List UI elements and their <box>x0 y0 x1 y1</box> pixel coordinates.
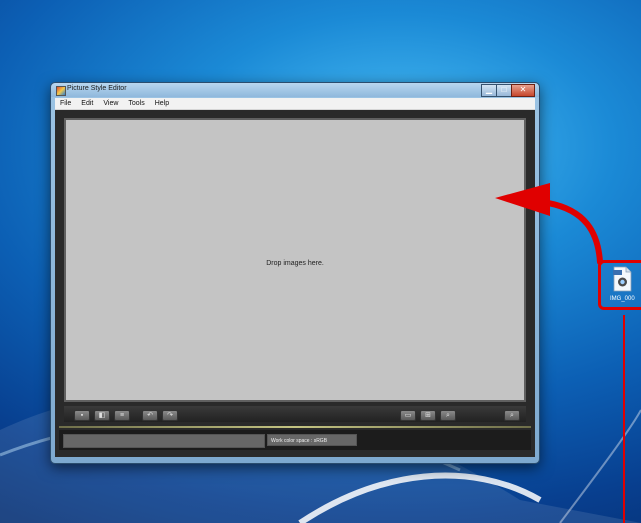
drop-hint: Drop images here. <box>266 260 324 267</box>
menu-tools[interactable]: Tools <box>123 98 149 109</box>
view-single-icon[interactable]: ▪ <box>74 410 90 421</box>
fit-view-icon[interactable]: ▭ <box>400 410 416 421</box>
zoom-icon[interactable]: ⌕ <box>440 410 456 421</box>
separator <box>59 426 531 428</box>
app-icon <box>56 86 66 96</box>
zoom-full-icon[interactable]: ⌕ <box>504 410 520 421</box>
rotate-left-icon[interactable]: ↶ <box>142 410 158 421</box>
view-split-icon[interactable]: ≡ <box>114 410 130 421</box>
file-label: IMG_000 <box>610 296 635 302</box>
image-file-icon[interactable] <box>612 266 632 292</box>
view-compare-icon[interactable]: ◧ <box>94 410 110 421</box>
image-drop-area[interactable]: Drop images here. <box>64 118 526 402</box>
title-bar[interactable]: Picture Style Editor ▁ □ ✕ <box>51 83 539 97</box>
rotate-right-icon[interactable]: ↷ <box>162 410 178 421</box>
maximize-button[interactable]: □ <box>496 84 512 97</box>
menu-edit[interactable]: Edit <box>76 98 98 109</box>
menu-view[interactable]: View <box>98 98 123 109</box>
client-area: Drop images here. ▪ ◧ ≡ ↶ ↷ ▭ ⊞ ⌕ ⌕ Work… <box>55 110 535 457</box>
color-space-status: Work color space : sRGB <box>267 434 357 446</box>
picture-style-editor-window: Picture Style Editor ▁ □ ✕ File Edit Vie… <box>50 82 540 464</box>
grid-icon[interactable]: ⊞ <box>420 410 436 421</box>
close-button[interactable]: ✕ <box>511 84 535 97</box>
window-title: Picture Style Editor <box>67 85 127 92</box>
image-toolbar: ▪ ◧ ≡ ↶ ↷ ▭ ⊞ ⌕ ⌕ <box>64 406 526 422</box>
window-controls: ▁ □ ✕ <box>481 84 535 97</box>
menu-file[interactable]: File <box>55 98 76 109</box>
minimize-button[interactable]: ▁ <box>481 84 497 97</box>
status-bar: Work color space : sRGB <box>59 430 531 450</box>
status-field <box>63 434 265 448</box>
menu-help[interactable]: Help <box>150 98 174 109</box>
menu-bar: File Edit View Tools Help <box>55 98 535 110</box>
desktop: Picture Style Editor ▁ □ ✕ File Edit Vie… <box>0 0 641 523</box>
